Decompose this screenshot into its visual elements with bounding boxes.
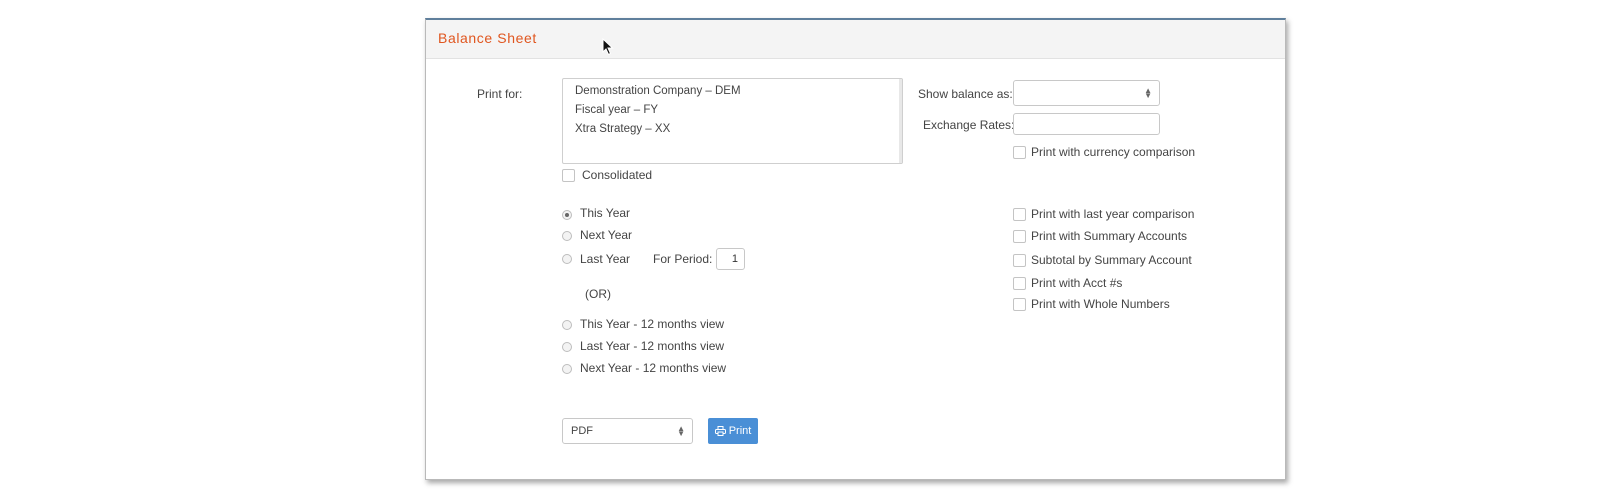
subtotal-summary-checkbox[interactable] xyxy=(1013,254,1026,267)
mouse-cursor-icon xyxy=(602,38,614,56)
summary-accounts-checkbox[interactable] xyxy=(1013,230,1026,243)
acct-numbers-label: Print with Acct #s xyxy=(1031,276,1123,290)
printer-icon xyxy=(714,426,726,436)
currency-comparison-label: Print with currency comparison xyxy=(1031,145,1196,159)
panel-title: Balance Sheet xyxy=(438,30,537,46)
this-year-12-radio[interactable] xyxy=(562,320,572,330)
last-year-label: Last Year xyxy=(580,252,631,266)
print-button[interactable]: Print xyxy=(708,418,758,444)
this-year-12-label: This Year - 12 months view xyxy=(580,317,725,331)
show-balance-label: Show balance as: xyxy=(918,87,1013,101)
list-option[interactable]: Demonstration Company – DEM xyxy=(575,85,741,97)
select-arrows-icon: ▲ ▼ xyxy=(1144,86,1152,100)
currency-comparison-checkbox[interactable] xyxy=(1013,146,1026,159)
last-year-12-label: Last Year - 12 months view xyxy=(580,339,725,353)
exchange-rates-input[interactable] xyxy=(1013,113,1160,135)
this-year-radio[interactable] xyxy=(562,210,572,220)
whole-numbers-checkbox[interactable] xyxy=(1013,298,1026,311)
format-select-value: PDF xyxy=(571,425,593,437)
whole-numbers-label: Print with Whole Numbers xyxy=(1031,297,1170,311)
print-for-listbox[interactable]: Demonstration Company – DEM Fiscal year … xyxy=(562,78,903,164)
print-button-label: Print xyxy=(728,425,752,437)
next-year-12-radio[interactable] xyxy=(562,364,572,374)
print-for-label: Print for: xyxy=(477,87,523,101)
this-year-label: This Year xyxy=(580,206,631,220)
panel-header: Balance Sheet xyxy=(426,20,1285,59)
last-year-comparison-label: Print with last year comparison xyxy=(1031,207,1195,221)
summary-accounts-label: Print with Summary Accounts xyxy=(1031,229,1188,243)
list-option[interactable]: Fiscal year – FY xyxy=(575,104,658,116)
balance-sheet-panel: Balance Sheet Print for: Demonstration C… xyxy=(425,18,1286,480)
next-year-label: Next Year xyxy=(580,228,633,242)
consolidated-checkbox[interactable] xyxy=(562,169,575,182)
for-period-input[interactable]: 1 xyxy=(716,248,745,270)
show-balance-select[interactable]: ▲ ▼ xyxy=(1013,80,1160,106)
last-year-comparison-checkbox[interactable] xyxy=(1013,208,1026,221)
for-period-label: For Period: xyxy=(653,252,713,266)
exchange-rates-label: Exchange Rates: xyxy=(923,118,1015,132)
or-label: (OR) xyxy=(585,287,611,301)
next-year-radio[interactable] xyxy=(562,231,572,241)
last-year-radio[interactable] xyxy=(562,254,572,264)
last-year-12-radio[interactable] xyxy=(562,342,572,352)
subtotal-summary-label: Subtotal by Summary Account xyxy=(1031,253,1192,267)
next-year-12-label: Next Year - 12 months view xyxy=(580,361,727,375)
acct-numbers-checkbox[interactable] xyxy=(1013,277,1026,290)
select-arrows-icon: ▲ ▼ xyxy=(677,424,685,438)
list-option[interactable]: Xtra Strategy – XX xyxy=(575,123,670,135)
format-select[interactable]: PDF ▲ ▼ xyxy=(562,418,693,444)
consolidated-label: Consolidated xyxy=(582,168,653,182)
listbox-scrollbar[interactable] xyxy=(899,79,902,163)
